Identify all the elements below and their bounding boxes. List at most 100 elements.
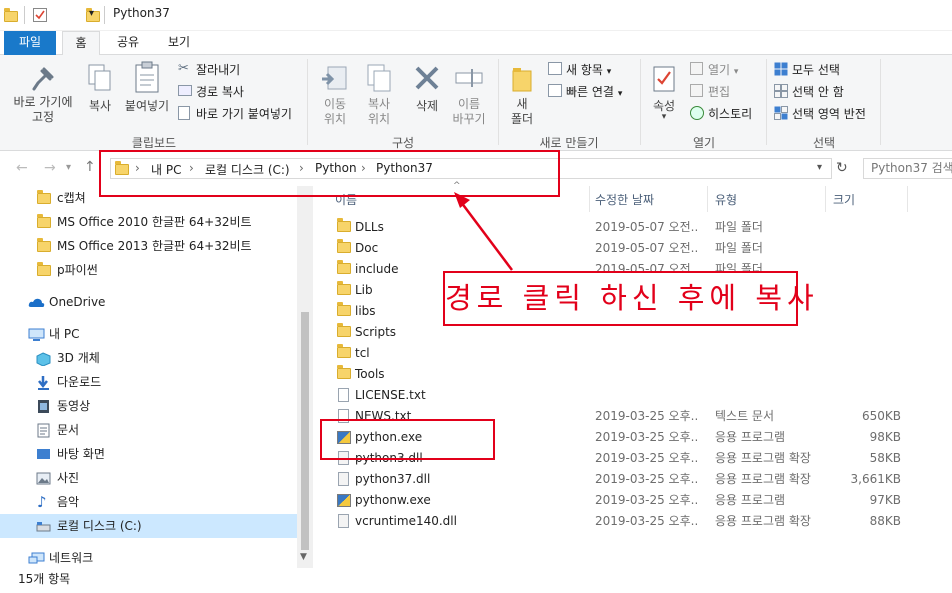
file-date: 2019-03-25 오후...: [595, 514, 697, 528]
folder-icon: [337, 281, 351, 295]
nav-item-desktop[interactable]: 바탕 화면: [0, 442, 297, 466]
pin-quick-access-button[interactable]: 바로 가기에 고정: [4, 57, 82, 129]
rename-label: 이름 바꾸기: [452, 97, 486, 126]
customize-quick-access-icon[interactable]: ▾: [89, 8, 94, 19]
nav-item-documents[interactable]: 문서: [0, 418, 297, 442]
select-none-button[interactable]: 선택 안 함: [792, 83, 844, 100]
forward-arrow-icon[interactable]: →: [44, 160, 56, 176]
table-row[interactable]: python37.dll 2019-03-25 오후... 응용 프로그램 확장 3,…: [313, 469, 952, 490]
file-date: 2019-05-07 오전...: [595, 241, 697, 255]
properties-quick-icon[interactable]: [33, 8, 47, 22]
copy-to-button[interactable]: 복사 위치: [358, 57, 400, 129]
table-row[interactable]: DLLs 2019-05-07 오전... 파일 폴더: [313, 217, 952, 238]
tab-file[interactable]: 파일: [4, 31, 56, 55]
search-input[interactable]: Python37 검색: [863, 158, 952, 179]
nav-item-music[interactable]: ♪ 음악: [0, 490, 297, 514]
nav-scrollbar[interactable]: ▼: [297, 186, 313, 568]
nav-item-p-python[interactable]: p파이썬: [0, 258, 297, 282]
column-header-type[interactable]: 유형: [715, 191, 737, 208]
file-list: 이름 ^ 수정한 날짜 유형 크기 DLLs 2019-05-07 오전... 파일…: [313, 181, 952, 568]
move-to-button[interactable]: 이동 위치: [314, 57, 356, 129]
properties-button[interactable]: 속성 ▾: [644, 57, 684, 129]
back-arrow-icon[interactable]: ←: [16, 160, 28, 176]
nav-item-downloads[interactable]: 다운로드: [0, 370, 297, 394]
copy-to-icon: [367, 64, 391, 92]
table-row[interactable]: Tools: [313, 364, 952, 385]
edit-button[interactable]: 편집: [708, 83, 730, 100]
column-header-date[interactable]: 수정한 날짜: [595, 191, 654, 208]
nav-item-office-2013[interactable]: MS Office 2013 한글판 64+32비트: [0, 234, 297, 258]
properties-icon: [653, 66, 675, 92]
select-none-icon: [774, 84, 788, 98]
column-header-size[interactable]: 크기: [833, 191, 855, 208]
scroll-down-icon[interactable]: ▼: [300, 552, 307, 562]
delete-icon: [415, 66, 439, 90]
nav-item-office-2010[interactable]: MS Office 2010 한글판 64+32비트: [0, 210, 297, 234]
copy-icon: [88, 64, 111, 91]
nav-item-3d-objects[interactable]: 3D 개체: [0, 346, 297, 370]
pin-label: 바로 가기에 고정: [13, 95, 73, 124]
rename-button[interactable]: 이름 바꾸기: [448, 57, 490, 129]
paste-button[interactable]: 붙여넣기: [120, 57, 174, 129]
paste-shortcut-button[interactable]: 바로 가기 붙여넣기: [196, 105, 292, 122]
easy-access-button[interactable]: 빠른 연결 ▾: [566, 83, 622, 100]
tab-view[interactable]: 보기: [156, 31, 202, 55]
nav-item-this-pc[interactable]: 내 PC: [0, 322, 297, 346]
up-arrow-icon[interactable]: ↑: [84, 159, 96, 175]
cut-button[interactable]: 잘라내기: [196, 61, 240, 78]
divider: [307, 59, 308, 145]
tab-share[interactable]: 공유: [106, 31, 150, 55]
invert-selection-button[interactable]: 선택 영역 반전: [792, 105, 866, 122]
nav-item-local-disk[interactable]: 로컬 디스크 (C:): [0, 514, 297, 538]
table-row[interactable]: tcl: [313, 343, 952, 364]
nav-item-label: 동영상: [57, 399, 91, 413]
nav-item-pictures[interactable]: 사진: [0, 466, 297, 490]
new-folder-button[interactable]: 새 폴더: [504, 57, 540, 129]
file-date: 2019-03-25 오후...: [595, 451, 697, 465]
text-file-icon: [338, 388, 349, 402]
select-all-button[interactable]: 모두 선택: [792, 61, 840, 78]
nav-item-label: 네트워크: [49, 551, 94, 565]
open-button[interactable]: 열기 ▾: [708, 61, 738, 78]
history-icon: [690, 106, 704, 120]
table-row[interactable]: Doc 2019-05-07 오전... 파일 폴더: [313, 238, 952, 259]
invert-selection-icon: [774, 106, 788, 120]
file-type: 응용 프로그램 확장: [715, 451, 811, 465]
folder-icon: [37, 238, 51, 252]
copy-path-button[interactable]: 경로 복사: [196, 83, 244, 100]
file-type: 파일 폴더: [715, 241, 763, 255]
refresh-icon[interactable]: ↻: [836, 160, 848, 176]
address-dropdown-icon[interactable]: ▾: [817, 162, 822, 173]
nav-item-network[interactable]: 네트워크: [0, 546, 297, 570]
ribbon-tabs: 파일 홈 공유 보기: [0, 31, 952, 56]
scissors-icon: ✂: [178, 61, 189, 76]
file-size: 650KB: [861, 409, 901, 423]
ribbon: 바로 가기에 고정 복사 붙여넣기 ✂ 잘라내기 경로 복사 바로 가기 붙여넣…: [0, 55, 952, 151]
delete-button[interactable]: 삭제: [406, 57, 448, 129]
file-name: python37.dll: [355, 472, 431, 486]
nav-item-onedrive[interactable]: OneDrive: [0, 290, 297, 314]
divider: [766, 59, 767, 145]
nav-item-label: 3D 개체: [57, 351, 100, 365]
table-row[interactable]: vcruntime140.dll 2019-03-25 오후... 응용 프로그램 …: [313, 511, 952, 532]
pin-icon: [32, 67, 54, 91]
folder-icon: [337, 344, 351, 358]
nav-item-videos[interactable]: 동영상: [0, 394, 297, 418]
file-name: Tools: [355, 367, 385, 381]
copy-button[interactable]: 복사: [84, 57, 116, 129]
dll-icon: [338, 514, 349, 528]
new-item-button[interactable]: 새 항목 ▾: [566, 61, 611, 78]
group-label-clipboard: 클립보드: [131, 136, 177, 150]
folder-icon: [337, 302, 351, 316]
file-size: 98KB: [869, 430, 901, 444]
tab-home[interactable]: 홈: [62, 31, 100, 56]
file-name: Scripts: [355, 325, 397, 339]
scrollbar-thumb[interactable]: [301, 312, 309, 550]
history-button[interactable]: 히스토리: [708, 105, 752, 122]
recent-locations-icon[interactable]: ▾: [66, 162, 71, 173]
table-row[interactable]: LICENSE.txt: [313, 385, 952, 406]
file-name: Lib: [355, 283, 373, 297]
table-row[interactable]: pythonw.exe 2019-03-25 오후... 응용 프로그램 97KB: [313, 490, 952, 511]
rename-icon: [455, 69, 483, 87]
move-icon: [322, 66, 347, 90]
